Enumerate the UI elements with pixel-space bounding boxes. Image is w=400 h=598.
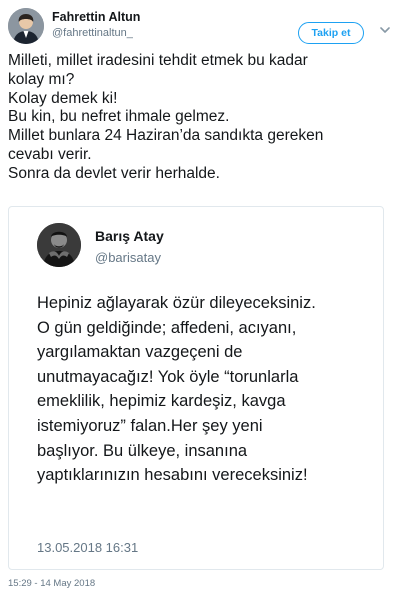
quoted-text-line: yaptıklarınızın hesabını vereceksiniz! [37,466,308,485]
quoted-tweet-date: 13.05.2018 16:31 [37,540,139,555]
quoted-author-avatar[interactable] [37,223,81,267]
tweet-text-line: Kolay demek ki! [8,89,118,107]
quoted-text-line: istemiyoruz” falan.Her şey yeni [37,416,263,435]
quoted-text-line: yargılamaktan vazgeçeni de [37,343,243,362]
quoted-tweet-card[interactable]: Barış Atay @barisatay Hepiniz ağlayarak … [8,206,384,570]
tweet-text-line: Sonra da devlet verir herhalde. [8,164,220,182]
quoted-text-line: emeklilik, hepimiz kardeşiz, kavga [37,392,286,411]
tweet-text: Milleti, millet iradesini tehdit etmek b… [8,52,392,184]
user-avatar-icon [8,8,44,44]
tweet-text-line: Bu kin, bu nefret ihmale gelmez. [8,108,230,126]
quoted-author-handle[interactable]: @barisatay [95,250,161,265]
quoted-text-line: başlıyor. Bu ülkeye, insanına [37,441,248,460]
author-avatar[interactable] [8,8,44,44]
tweet-text-line: Millet bunlara 24 Haziran’da sandıkta ge… [8,127,324,145]
tweet-header: Fahrettin Altun @fahrettinaltun_ Takip e… [8,6,392,46]
author-name[interactable]: Fahrettin Altun [52,10,140,24]
quoted-text-line: O gün geldiğinde; affedeni, acıyanı, [37,318,297,337]
user-avatar-icon [37,223,81,267]
quoted-tweet-text: Hepiniz ağlayarak özür dileyeceksiniz. O… [37,291,377,488]
quoted-author-name[interactable]: Barış Atay [95,228,164,244]
chevron-down-icon[interactable] [378,23,392,37]
tweet-text-line: cevabı verir. [8,145,92,163]
quoted-text-line: Hepiniz ağlayarak özür dileyeceksiniz. [37,294,316,312]
tweet-text-line: kolay mı? [8,70,75,88]
quoted-text-line: unutmayacağız! Yok öyle “torunlarla [37,367,299,386]
author-handle[interactable]: @fahrettinaltun_ [52,27,133,39]
tweet-card: Fahrettin Altun @fahrettinaltun_ Takip e… [0,0,400,598]
follow-button[interactable]: Takip et [298,22,364,44]
tweet-text-line: Milleti, millet iradesini tehdit etmek b… [8,52,308,69]
tweet-timestamp[interactable]: 15:29 - 14 May 2018 [8,578,95,589]
